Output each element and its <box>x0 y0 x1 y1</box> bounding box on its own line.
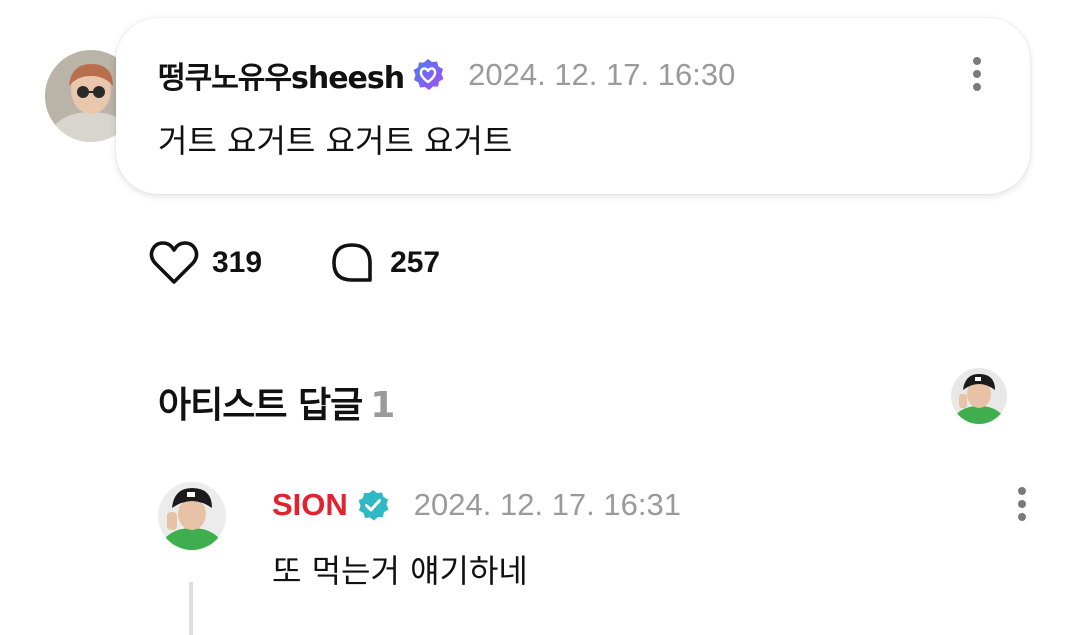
like-count: 319 <box>212 246 263 279</box>
artist-replies-count: 1 <box>370 385 395 426</box>
artist-replies-title: 아티스트 답글 1 <box>158 376 395 428</box>
speech-bubble-icon <box>332 243 372 282</box>
artist-reply-avatar[interactable] <box>158 482 226 550</box>
artist-replies-label: 아티스트 답글 <box>158 385 363 426</box>
reply-button[interactable]: 257 <box>326 239 440 287</box>
like-button[interactable]: 319 <box>148 239 262 287</box>
comment-timestamp: 2024. 12. 17. 16:30 <box>468 57 736 92</box>
reply-count: 257 <box>390 246 441 279</box>
more-vertical-icon[interactable] <box>970 56 984 92</box>
artist-avatar-small-image <box>951 368 1007 424</box>
artist-reply-timestamp: 2024. 12. 17. 16:31 <box>413 487 681 522</box>
more-vertical-icon[interactable] <box>1015 486 1029 522</box>
comment-thread-page: 떵쿠노유우sheesh 2024. 12. 17. 16:30 거트 요거트 요… <box>0 0 1080 635</box>
artist-reply-header: SION 2024. 12. 17. 16:31 <box>272 484 681 526</box>
verified-check-icon <box>358 490 389 521</box>
artist-reply-avatar-image <box>158 482 226 550</box>
thread-line <box>189 582 193 635</box>
comment-bubble <box>116 18 1030 194</box>
commenter-username[interactable]: 떵쿠노유우sheesh <box>158 53 405 97</box>
artist-reply-body: 또 먹는거 얘기하네 <box>272 552 528 590</box>
artist-username[interactable]: SION <box>272 487 348 523</box>
heart-icon <box>149 241 199 284</box>
comment-body: 거트 요거트 요거트 요거트 <box>158 122 513 160</box>
comment-actions: 319 257 <box>148 236 440 290</box>
artist-avatar-small[interactable] <box>951 368 1007 424</box>
heart-badge-icon <box>413 59 444 90</box>
comment-header: 떵쿠노유우sheesh 2024. 12. 17. 16:30 <box>158 54 735 96</box>
